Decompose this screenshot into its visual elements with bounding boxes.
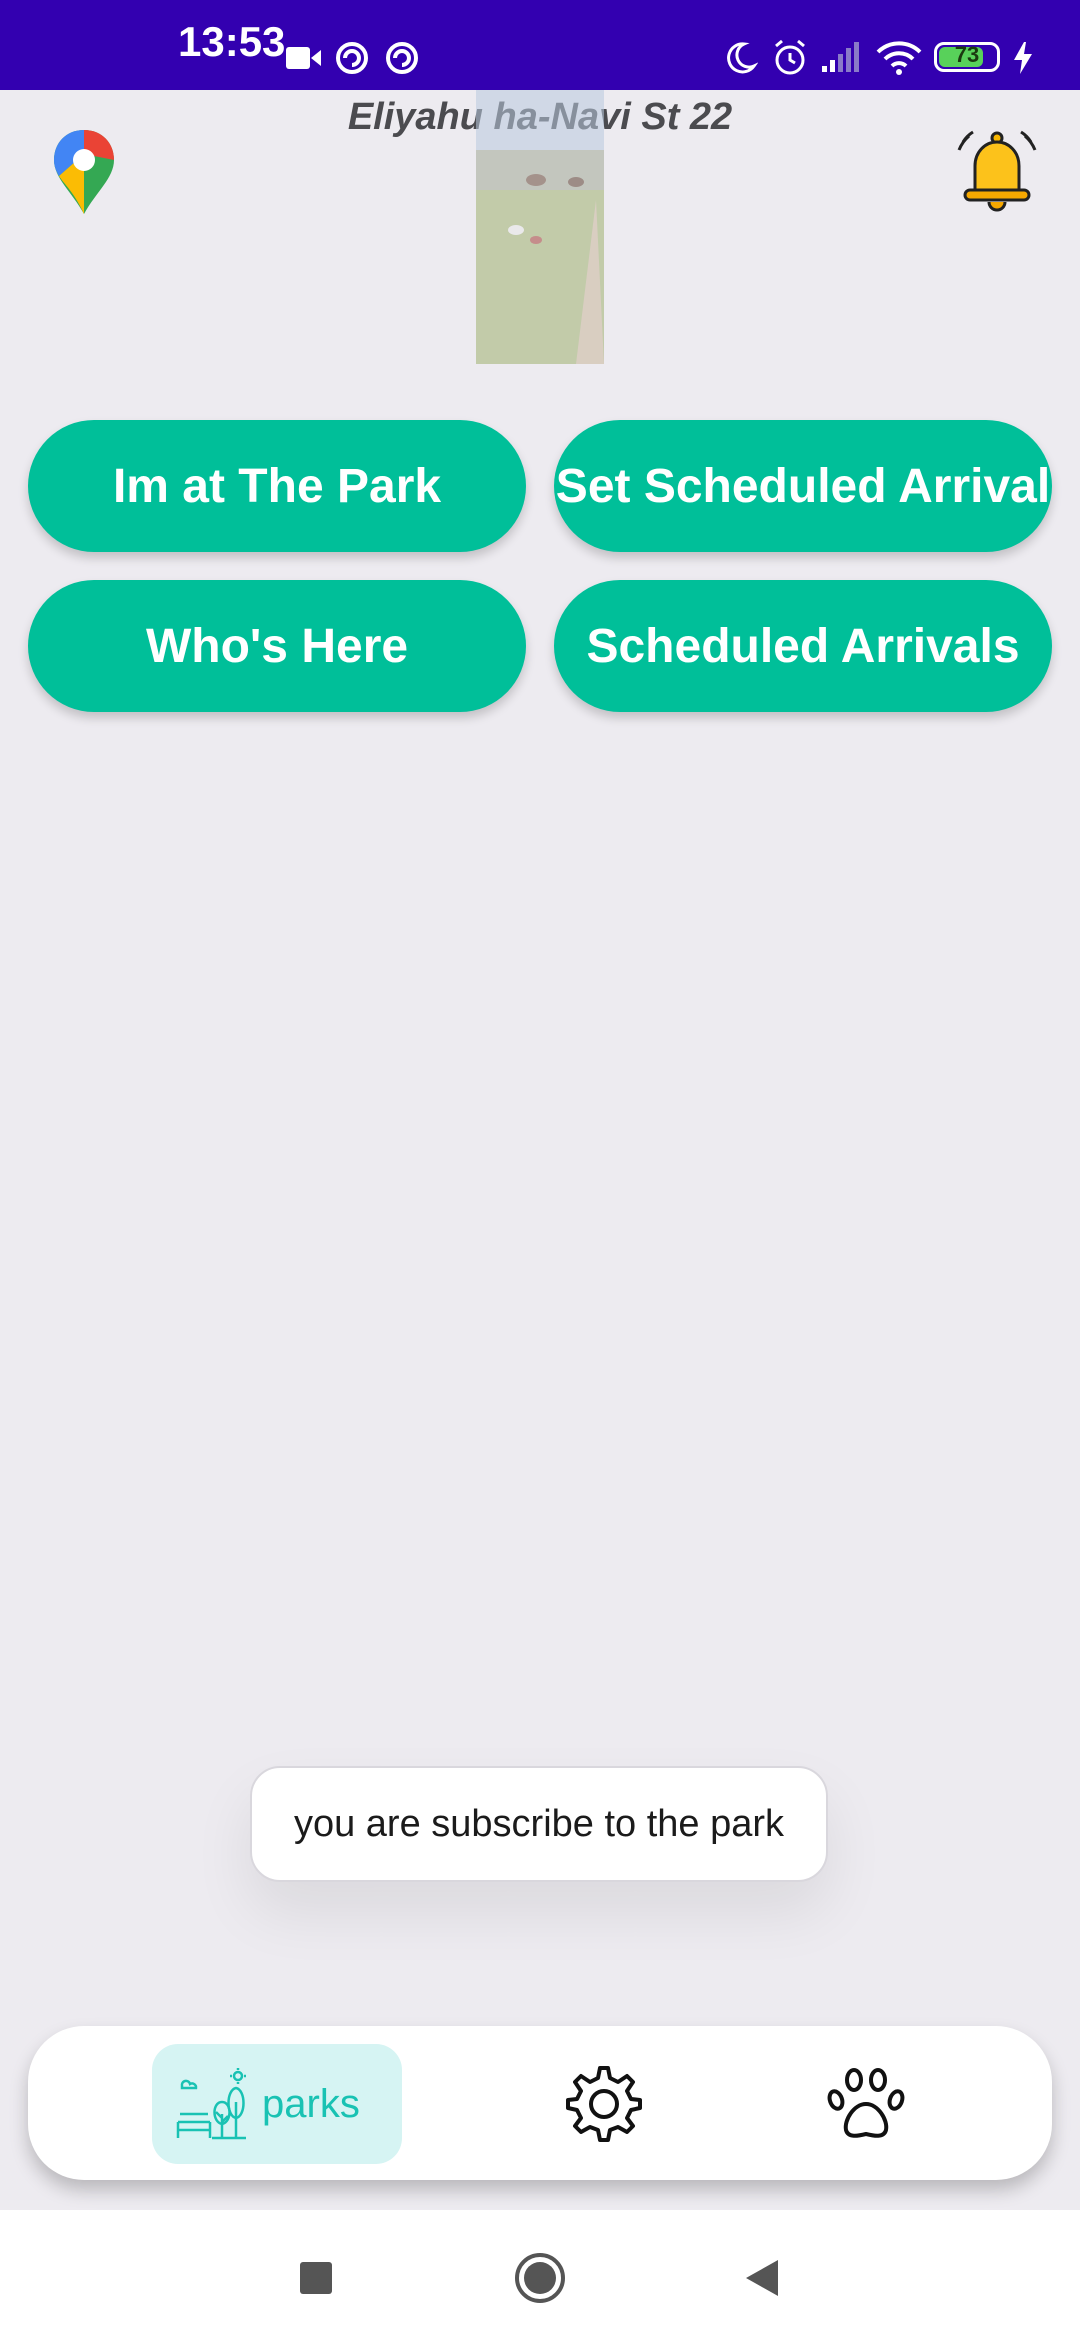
alarm-clock-icon — [775, 39, 805, 75]
gear-icon[interactable] — [564, 2064, 644, 2144]
video-camera-icon — [286, 47, 321, 69]
park-bench-trees-icon — [176, 2068, 246, 2140]
bottom-navigation: parks — [28, 2026, 1052, 2180]
whos-here-button[interactable]: Who's Here — [28, 580, 526, 712]
status-bar: 13:53 73 — [0, 0, 1080, 90]
im-at-park-button[interactable]: Im at The Park — [28, 420, 526, 552]
charging-bolt-icon — [1014, 42, 1032, 74]
paw-icon[interactable] — [826, 2064, 906, 2144]
scheduled-arrivals-button[interactable]: Scheduled Arrivals — [554, 580, 1052, 712]
wifi-icon — [876, 41, 922, 75]
nav-parks-tab[interactable]: parks — [152, 2044, 402, 2164]
home-icon[interactable] — [514, 2252, 566, 2304]
nav-parks-label: parks — [262, 2081, 360, 2126]
battery-level: 73 — [954, 42, 980, 67]
recent-apps-icon[interactable] — [300, 2262, 332, 2294]
toast-text: you are subscribe to the park — [293, 1802, 785, 1845]
park-photo — [476, 90, 604, 364]
sync-circle-icon — [386, 42, 418, 74]
google-maps-pin-icon[interactable] — [50, 128, 118, 216]
toast-message: you are subscribe to the park — [250, 1766, 828, 1882]
battery-indicator: 73 — [934, 42, 1000, 72]
set-scheduled-arrival-button[interactable]: Set Scheduled Arrival — [554, 420, 1052, 552]
bell-icon[interactable] — [955, 128, 1039, 216]
status-time: 13:53 — [178, 18, 286, 65]
sync-circle-icon — [336, 42, 368, 74]
do-not-disturb-moon-icon — [727, 42, 758, 74]
back-icon[interactable] — [744, 2258, 780, 2298]
cell-signal-icon — [822, 42, 859, 72]
system-navigation-bar — [0, 2210, 1080, 2340]
